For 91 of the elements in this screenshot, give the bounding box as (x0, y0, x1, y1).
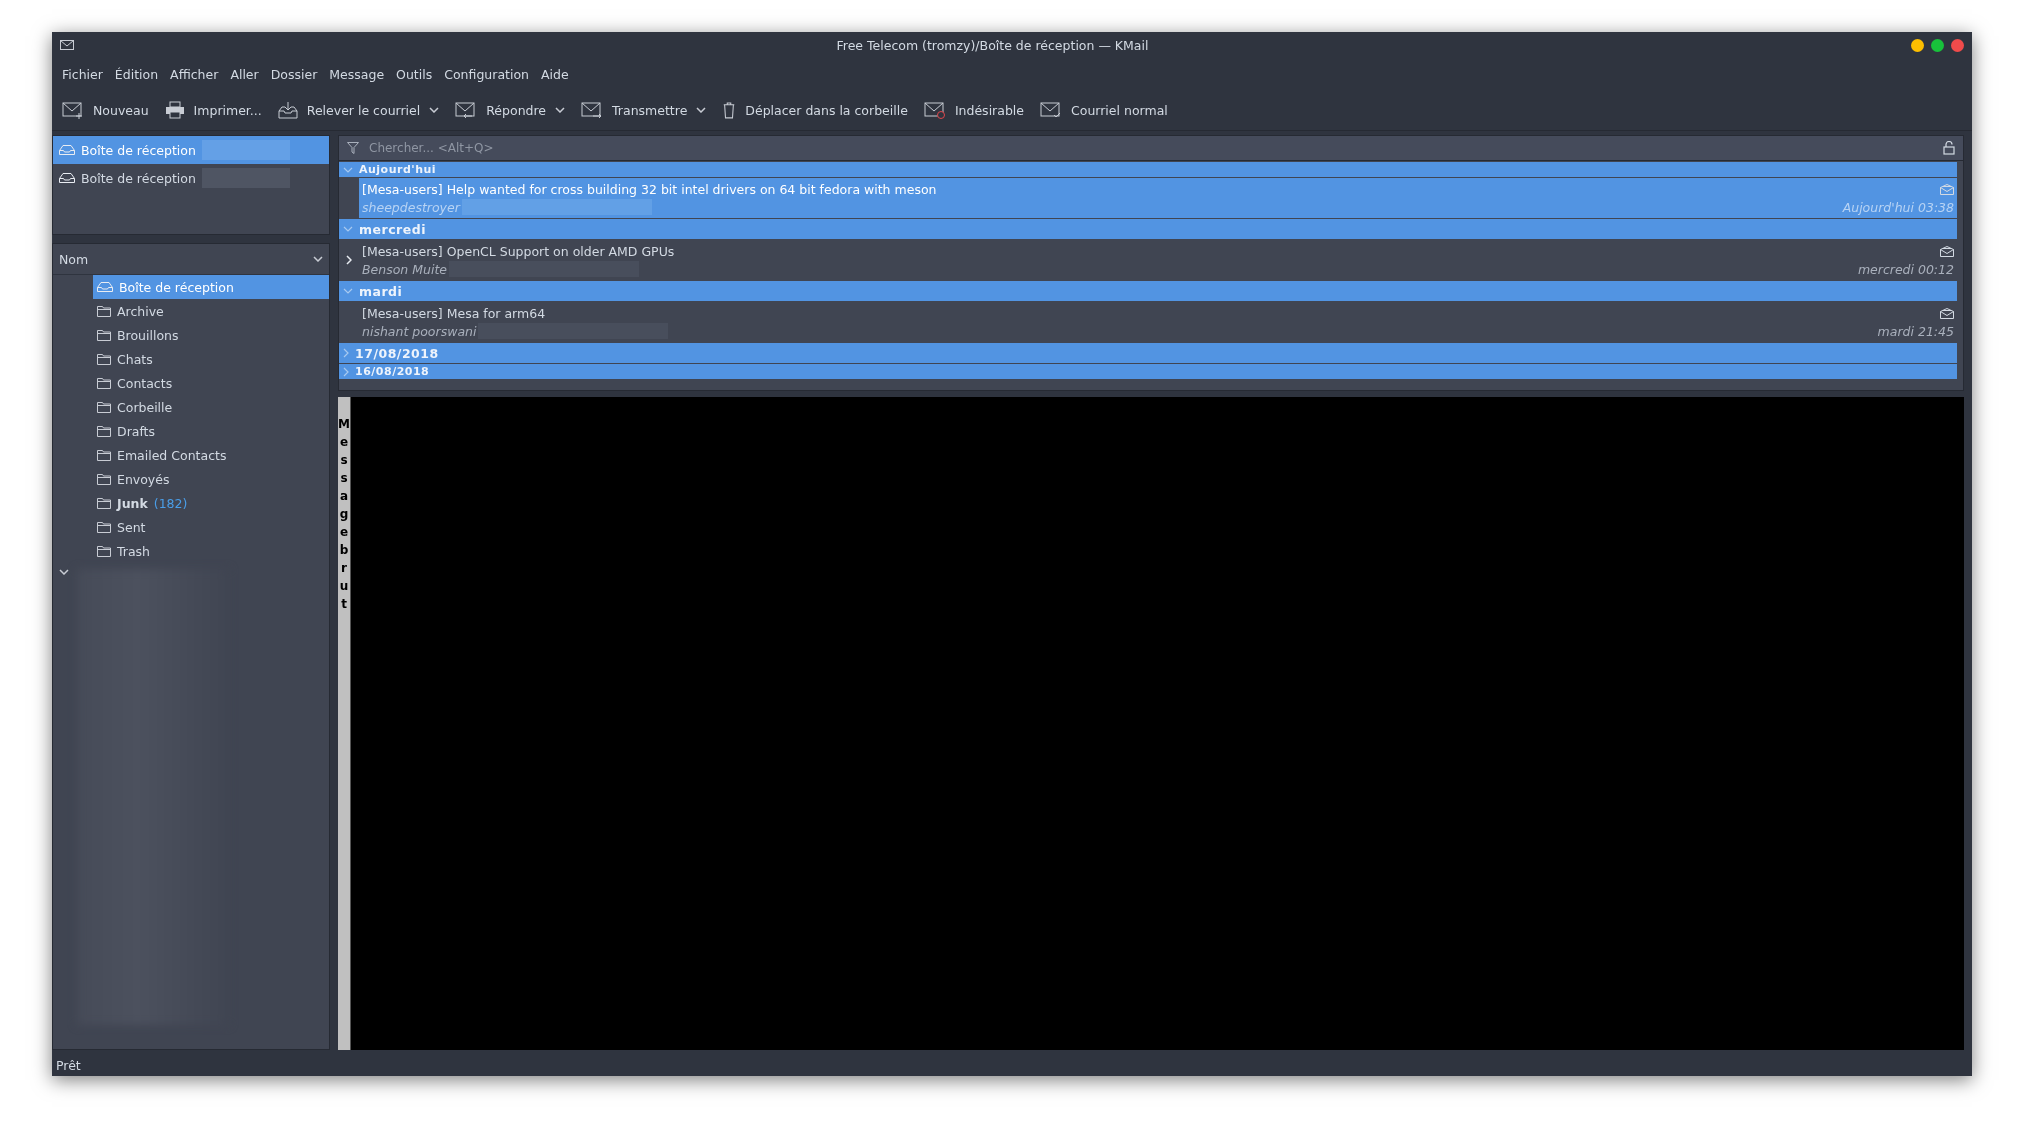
menu-item[interactable]: Dossier (264, 63, 324, 85)
inbox-icon (59, 173, 75, 183)
folder-icon (97, 425, 111, 437)
mail-blocked-icon (923, 101, 946, 119)
toolbar-button[interactable]: Imprimer... (162, 97, 270, 123)
folder-icon (97, 449, 111, 461)
message-subject: [Mesa-users] Help wanted for cross building 32 bit intel drivers on 64 bit fedora with meson (362, 181, 938, 197)
mail-plus-icon (62, 101, 84, 119)
column-title: Nom (59, 251, 89, 267)
message-item[interactable]: [Mesa-users] OpenCL Support on older AMD GPUs Benson Muite mercredi 00:12 (359, 240, 1957, 280)
menu-item[interactable]: Édition (108, 63, 165, 85)
envelope-icon (1940, 183, 1954, 195)
chevron-right-icon (343, 348, 349, 358)
caret-icon (555, 107, 566, 113)
folder-item[interactable]: Corbeille (97, 395, 329, 419)
search-input[interactable]: Chercher... <Alt+Q> (367, 140, 1935, 156)
message-date: mardi 21:45 (1877, 323, 1954, 339)
view-toggle-strip[interactable]: Message brut (338, 397, 351, 1050)
toolbar-button[interactable]: Transmettre (579, 97, 715, 123)
filter-icon (347, 142, 359, 154)
folder-icon (97, 497, 111, 509)
menu-item[interactable]: Aide (535, 63, 575, 85)
unread-count: (182) (153, 495, 188, 511)
menu-item[interactable]: Aller (224, 63, 265, 85)
message-sender: nishant poorswani (362, 323, 477, 339)
chevron-right-icon[interactable] (346, 255, 352, 265)
folder-icon (97, 473, 111, 485)
maximize-button[interactable] (1931, 38, 1944, 52)
folder-label: Boîte de réception (81, 142, 196, 158)
folder-item[interactable]: Drafts (97, 419, 329, 443)
favorite-folder[interactable]: Boîte de réception (53, 164, 329, 192)
folder-icon (97, 305, 111, 317)
message-date: mercredi 00:12 (1857, 261, 1954, 277)
chevron-down-icon (343, 226, 353, 232)
message-item[interactable]: [Mesa-users] Mesa for arm64 nishant poorswani mardi 21:45 (359, 302, 1957, 342)
toolbar-button[interactable]: Relever le courriel (275, 97, 448, 123)
chevron-down-icon (343, 166, 353, 173)
folder-item[interactable]: Chats (97, 347, 329, 371)
mail-forward-icon (581, 101, 604, 119)
caret-icon (429, 107, 440, 113)
toolbar-button[interactable]: Indésirable (921, 97, 1032, 123)
message-subject: [Mesa-users] Mesa for arm64 (362, 305, 547, 321)
folder-item[interactable]: Trash (97, 539, 329, 563)
toolbar-button[interactable]: Nouveau (60, 97, 157, 123)
inbox-download-icon (277, 101, 298, 119)
inbox-icon (59, 145, 75, 155)
window-title: Free Telecom (tromzy)/Boîte de réception — KMail (835, 37, 1150, 53)
message-date: Aujourd'hui 03:38 (1842, 199, 1954, 215)
message-sender: sheepdestroyer (362, 199, 460, 215)
toolbar-button[interactable]: Déplacer dans la corbeille (720, 97, 916, 123)
close-button[interactable] (1951, 38, 1964, 52)
folder-item[interactable]: Archive (97, 299, 329, 323)
folder-label: Boîte de réception (81, 170, 196, 186)
folder-icon (97, 329, 111, 341)
toolbar-button[interactable]: Courriel normal (1038, 97, 1176, 123)
folder-item[interactable]: Brouillons (97, 323, 329, 347)
envelope-icon (1940, 307, 1954, 319)
folder-icon (97, 353, 111, 365)
menu-item[interactable]: Message (323, 63, 391, 85)
folder-item[interactable]: Envoyés (97, 467, 329, 491)
trash-icon (722, 101, 737, 119)
chevron-down-icon (343, 288, 353, 294)
mail-icon (60, 40, 74, 50)
envelope-icon (1940, 245, 1954, 257)
mail-reply-icon (455, 101, 478, 119)
minimize-button[interactable] (1911, 38, 1924, 52)
mail-check-icon (1040, 101, 1062, 119)
menu-item[interactable]: Outils (390, 63, 439, 85)
status-text: Prêt (56, 1057, 81, 1073)
folder-item[interactable]: Emailed Contacts (97, 443, 329, 467)
menu-item[interactable]: Afficher (164, 63, 225, 85)
inbox-icon (97, 282, 113, 292)
menu-item[interactable]: Configuration (438, 63, 535, 85)
menu-item[interactable]: Fichier (56, 63, 109, 85)
folder-item[interactable]: Contacts (97, 371, 329, 395)
message-subject: [Mesa-users] OpenCL Support on older AMD GPUs (362, 243, 676, 259)
folder-icon (97, 521, 111, 533)
folder-item[interactable]: Sent (97, 515, 329, 539)
search-field[interactable]: Chercher... <Alt+Q> (339, 136, 1963, 161)
folder-icon (97, 401, 111, 413)
folder-icon (97, 377, 111, 389)
printer-icon (164, 101, 185, 119)
folder-icon (97, 545, 111, 557)
chevron-right-icon (343, 366, 349, 377)
folder-item[interactable]: Junk (182) (97, 491, 329, 515)
lock-icon (1943, 141, 1955, 155)
message-sender: Benson Muite (362, 261, 448, 277)
chevron-down-icon (313, 256, 323, 262)
chevron-down-icon (59, 569, 69, 575)
toolbar-button[interactable]: Répondre (453, 97, 574, 123)
caret-icon (696, 107, 707, 113)
